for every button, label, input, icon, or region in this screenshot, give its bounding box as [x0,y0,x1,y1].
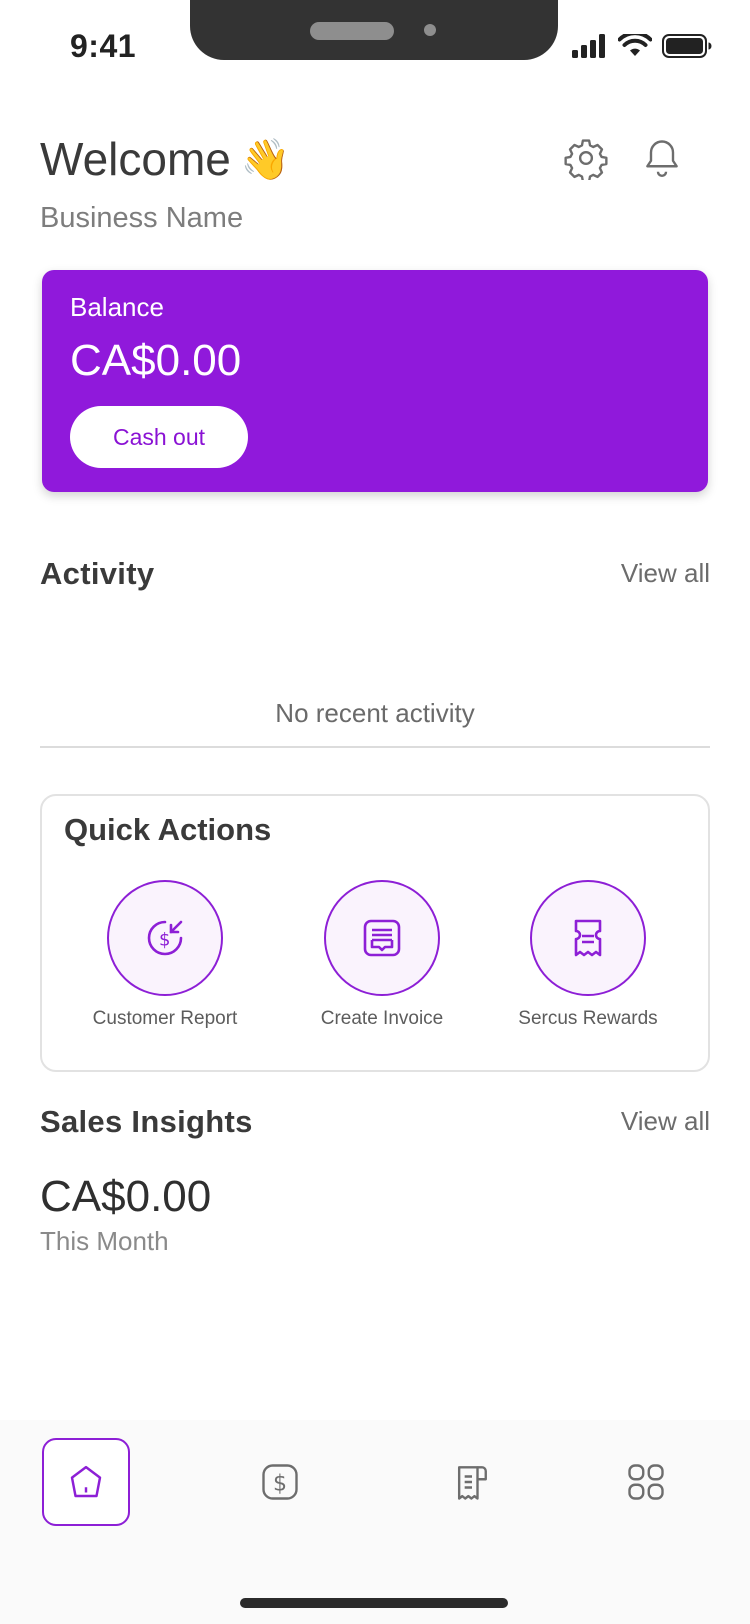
invoice-printer-icon [363,919,401,957]
page-title: Welcome 👋 [40,132,291,186]
cash-out-button[interactable]: Cash out [70,406,248,468]
quick-actions-card: Quick Actions $ Customer Report Create I… [40,794,710,1072]
bottom-navigation: $ [0,1420,750,1624]
status-bar: 9:41 [0,0,750,96]
sales-amount: CA$0.00 [40,1172,212,1221]
gear-icon [564,139,608,180]
notifications-button[interactable] [638,134,686,182]
quick-action-icon-circle [324,880,440,996]
sales-period: This Month [40,1226,169,1256]
dollar-icon: $ [262,1464,298,1500]
nav-home[interactable] [42,1438,130,1526]
quick-action-icon-circle [530,880,646,996]
receipts-icon [457,1466,487,1500]
quick-action-customer-report[interactable]: $ Customer Report [65,880,265,1030]
cellular-signal-icon [572,34,605,58]
svg-text:$: $ [273,1471,287,1496]
welcome-text: Welcome [40,133,231,185]
balance-label: Balance [70,292,164,322]
svg-text:$: $ [159,930,170,951]
business-name: Business Name [40,202,244,234]
activity-view-all-link[interactable]: View all [621,558,710,589]
sales-insights-title: Sales Insights [40,1104,253,1139]
quick-actions-title: Quick Actions [64,812,272,847]
home-indicator [240,1598,508,1608]
notch-camera [424,24,436,36]
battery-icon [662,34,712,58]
bell-icon [646,140,678,177]
activity-title: Activity [40,556,155,591]
nav-more[interactable] [602,1438,690,1526]
quick-action-sercus-rewards[interactable]: Sercus Rewards [488,880,688,1030]
quick-action-label: Sercus Rewards [518,1008,658,1029]
settings-button[interactable] [562,134,610,182]
nav-invoices[interactable] [428,1438,516,1526]
nav-payments[interactable]: $ [236,1438,324,1526]
apps-grid-icon [628,1464,664,1500]
quick-action-create-invoice[interactable]: Create Invoice [282,880,482,1030]
wifi-icon [618,34,652,56]
balance-card: Balance CA$0.00 Cash out [42,270,708,492]
quick-action-label: Customer Report [92,1008,238,1029]
balance-amount: CA$0.00 [70,336,242,385]
dollar-return-icon: $ [147,920,183,956]
device-notch [190,0,558,60]
status-time: 9:41 [70,28,137,64]
status-icons [572,34,712,58]
receipt-icon [574,919,602,957]
activity-divider [40,746,710,748]
empty-activity-text: No recent activity [275,698,475,728]
sales-view-all-link[interactable]: View all [621,1106,710,1137]
quick-action-icon-circle: $ [107,880,223,996]
notch-speaker [310,22,394,40]
waving-hand-icon: 👋 [240,137,291,182]
home-icon [70,1465,102,1498]
quick-action-label: Create Invoice [320,1008,444,1029]
